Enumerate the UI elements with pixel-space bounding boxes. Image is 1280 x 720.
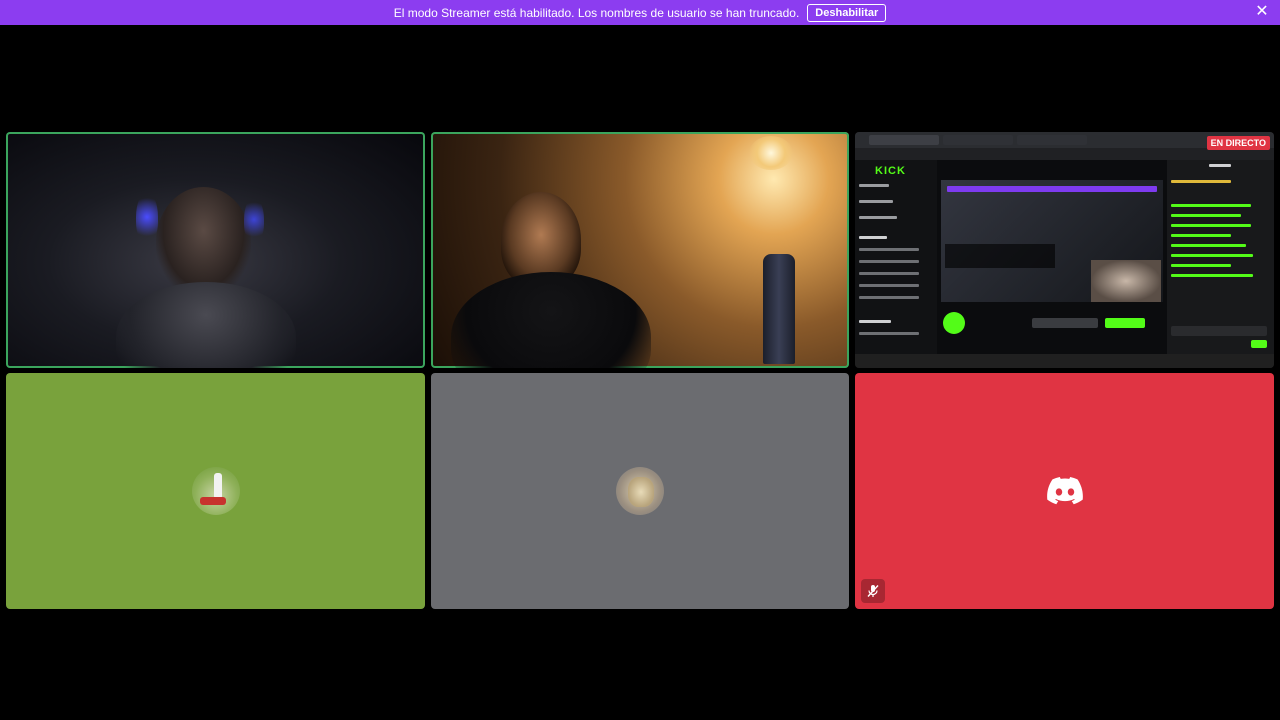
close-icon[interactable]: ✕ <box>1254 4 1270 20</box>
kick-logo: KICK <box>875 165 906 177</box>
subscribe-button <box>1105 318 1145 328</box>
webcam-person-body <box>451 272 651 368</box>
headset-glow-right <box>244 197 264 242</box>
gift-subs-button <box>1032 318 1098 328</box>
screen-share-tile[interactable]: KICK EN DIRECTO <box>855 132 1274 368</box>
headset-glow <box>136 192 158 242</box>
webcam-body <box>116 282 296 368</box>
kick-sidebar <box>855 160 937 368</box>
avatar-tile-participant-5[interactable] <box>431 373 849 609</box>
kick-stream-area <box>937 160 1167 368</box>
video-tile-participant-1[interactable] <box>6 132 425 368</box>
windows-taskbar <box>855 354 1274 368</box>
streamer-avatar <box>943 312 965 334</box>
avatar <box>616 467 664 515</box>
discord-tile-participant-6[interactable] <box>855 373 1274 609</box>
mic-muted-icon <box>861 579 885 603</box>
live-badge: EN DIRECTO <box>1206 136 1270 150</box>
lamp-icon <box>749 136 793 170</box>
discord-logo-icon <box>1046 477 1083 505</box>
streamer-mode-message: El modo Streamer está habilitado. Los no… <box>393 5 800 20</box>
avatar <box>191 467 240 515</box>
avatar-tile-participant-4[interactable] <box>6 373 425 609</box>
webcam-person <box>156 187 251 297</box>
video-tile-participant-2[interactable] <box>431 132 849 368</box>
streamer-mode-banner: El modo Streamer está habilitado. Los no… <box>0 0 1280 25</box>
disable-streamer-mode-button[interactable]: Deshabilitar <box>807 3 887 22</box>
thermos-bottle <box>763 254 795 364</box>
kick-chat <box>1167 160 1274 368</box>
stream-video-preview <box>941 180 1163 302</box>
